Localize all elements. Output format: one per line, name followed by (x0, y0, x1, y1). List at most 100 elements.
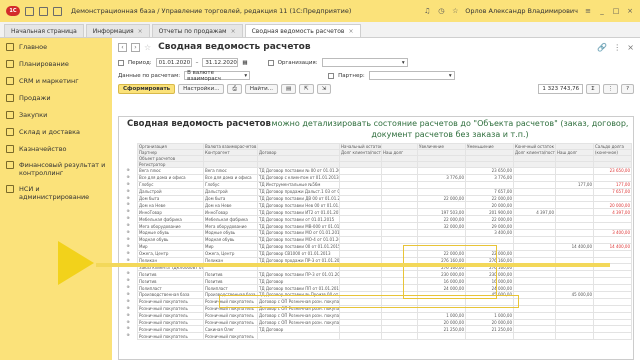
org-select[interactable]: ▾ (321, 58, 408, 67)
table-cell (555, 325, 594, 334)
settings-button[interactable]: Настройки... (178, 84, 225, 94)
calendar-icon[interactable]: ▦ (242, 60, 247, 66)
minimize-button[interactable]: _ (598, 7, 606, 15)
close-icon[interactable]: × (348, 28, 353, 35)
close-form-icon[interactable]: × (627, 43, 634, 52)
sidebar-item-treasury[interactable]: Казначейство (0, 140, 112, 157)
tab-home[interactable]: Начальная страница (4, 24, 84, 37)
save-icon[interactable]: ▤ (280, 84, 297, 94)
expand-toggle-icon[interactable]: ⊕ (121, 236, 135, 243)
sidebar-item-finance[interactable]: Финансовый результат и контроллинг (0, 157, 112, 181)
favorite-star-icon[interactable]: ☆ (144, 43, 151, 52)
history-clock-icon[interactable]: ◷ (437, 7, 445, 15)
more-icon[interactable]: ⋮ (613, 43, 621, 52)
expand-toggle-icon[interactable]: ⊕ (121, 284, 135, 291)
expand-toggle-icon[interactable]: ⊕ (121, 243, 135, 250)
close-icon[interactable]: × (231, 28, 236, 35)
table-row[interactable]: Все для дома и офиса Все для дома и офиса… (137, 173, 632, 182)
table-cell: Мега оборудование (137, 222, 204, 231)
maximize-button[interactable]: □ (612, 7, 620, 15)
table-row[interactable]: Полипласт Полипласт ТД Договор поставки ПП… (137, 284, 632, 293)
table-row[interactable]: Модная обувь Модная обувь ТД Договор поста… (137, 235, 632, 244)
table-row[interactable]: Розничный покупатель Розничный покупатель… (137, 318, 632, 327)
more-button[interactable]: ⋮ (602, 84, 619, 94)
expand-toggle-icon[interactable]: ⊕ (121, 208, 135, 215)
home-icon[interactable] (39, 6, 48, 16)
close-button[interactable]: × (626, 7, 634, 15)
expand-toggle-icon[interactable]: ⊕ (121, 181, 135, 188)
table-row[interactable]: Вега плюс Вега плюс ТД Договор поставки № … (137, 167, 632, 175)
table-row[interactable]: Глобус Глобус ТД Инструментальные №56м 177,… (137, 180, 632, 189)
close-icon[interactable]: × (138, 28, 143, 35)
expand-toggle-icon[interactable]: ⊕ (121, 298, 135, 305)
chevron-down-icon: ▾ (244, 72, 248, 79)
period-checkbox[interactable] (118, 59, 124, 66)
date-from-input[interactable]: 01.01.2020 (155, 58, 192, 67)
partner-select[interactable]: ▾ (368, 71, 455, 80)
data-select[interactable]: В валюте взаиморасч ▾ (184, 70, 251, 82)
bell-icon[interactable]: ♫ (423, 7, 431, 15)
menu-icon[interactable] (25, 6, 34, 16)
forward-icon[interactable]: › (131, 42, 140, 52)
expand-toggle-icon[interactable]: ⊕ (121, 222, 135, 229)
table-row[interactable]: Мир Мир ТД Договор поставки 00 от 01.01.20… (137, 242, 632, 251)
expand-toggle-icon[interactable]: ⊕ (121, 188, 135, 195)
table-row[interactable]: Дальстрой Дальстрой ТД Договор продажи Дал… (137, 187, 632, 196)
partner-checkbox[interactable] (328, 72, 335, 79)
tab-summary-report[interactable]: Сводная ведомость расчетов × (244, 24, 361, 37)
table-row[interactable]: Розничный покупатель Розничный покупатель (137, 332, 632, 341)
history-icon[interactable] (53, 6, 62, 16)
expand-toggle-icon[interactable]: ⊕ (121, 305, 135, 312)
expand-toggle-icon[interactable]: ⊕ (121, 250, 135, 257)
user-name[interactable]: Орлов Александр Владимирович (465, 7, 578, 15)
expand-toggle-icon[interactable]: ⊕ (121, 312, 135, 319)
sidebar-item-sales[interactable]: Продажи (0, 89, 112, 106)
tab-info[interactable]: Информация × (85, 24, 150, 37)
expand-toggle-icon[interactable]: ⊕ (121, 215, 135, 222)
sidebar-item-admin[interactable]: НСИ и администрирование (0, 181, 112, 205)
expand-icon[interactable]: ⇱ (299, 84, 314, 94)
find-button[interactable]: Найти... (244, 84, 278, 94)
report-area: Сводная ведомость расчетов можно детализ… (118, 116, 634, 360)
table-row[interactable]: Позитив Позитив ТД Договор 16 000,00 16 000,… (137, 277, 632, 286)
export-icon[interactable]: ⇲ (316, 84, 332, 94)
table-row[interactable]: Розничный покупатель Розничный покупатель… (137, 311, 632, 320)
sidebar-item-warehouse[interactable]: Склад и доставка (0, 123, 112, 140)
org-checkbox[interactable] (267, 59, 274, 66)
expand-toggle-icon[interactable]: ⊕ (121, 229, 135, 236)
table-row[interactable]: Ожега, Центр Ожега, Центр ТД Договор СВ100… (137, 249, 632, 258)
table-row[interactable]: Мега оборудование Мега оборудование ТД Дог… (137, 222, 632, 231)
table-row[interactable]: Дом быта Дом быта ТД Договор поставки ДВ 0… (137, 194, 632, 203)
expand-toggle-icon[interactable]: ⊕ (121, 167, 135, 174)
expand-toggle-icon[interactable]: ⊕ (121, 277, 135, 284)
table-row[interactable]: Позитив Позитив ТД Договор поставки ПР-3 о… (137, 270, 632, 279)
play-icon[interactable] (58, 241, 94, 285)
expand-toggle-icon[interactable]: ⊕ (121, 319, 135, 326)
back-icon[interactable]: ‹ (118, 42, 127, 52)
sidebar-item-planning[interactable]: Планирование (0, 55, 112, 72)
table-row[interactable]: Розничный покупатель Сакиная Олег ТД Догов… (137, 325, 632, 334)
table-row[interactable]: Мебельная фабрика Мебельная фабрика ТД Дог… (137, 215, 632, 224)
generate-button[interactable]: Сформировать (118, 84, 176, 94)
sidebar-item-main[interactable]: Главное (0, 38, 112, 55)
expand-toggle-icon[interactable]: ⊕ (121, 195, 135, 202)
expand-toggle-icon[interactable]: ⊕ (121, 270, 135, 277)
expand-toggle-icon[interactable]: ⊕ (121, 325, 135, 332)
expand-toggle-icon[interactable]: ⊕ (121, 201, 135, 208)
print-icon[interactable]: ⎙ (227, 84, 242, 94)
expand-toggle-icon[interactable]: ⊕ (121, 332, 135, 339)
expand-toggle-icon[interactable]: ⊕ (121, 291, 135, 298)
tab-sales-reports[interactable]: Отчеты по продажам × (151, 24, 243, 37)
table-row[interactable]: Дом на Неве Дом на Неве ТД Договор поставк… (137, 201, 632, 210)
help-icon[interactable]: ? (621, 84, 634, 94)
sum-options-icon[interactable]: Σ (586, 84, 600, 94)
table-row[interactable]: Модные обувь Модные обувь ТД Договор поста… (137, 229, 632, 237)
link-icon[interactable]: 🔗 (597, 43, 607, 52)
expand-toggle-icon[interactable]: ⊕ (121, 174, 135, 181)
star-icon[interactable]: ☆ (451, 7, 459, 15)
settings-icon[interactable]: ≡ (584, 7, 592, 15)
table-row[interactable]: ИнноТовар ИнноТовар ТД Договор поставки ИТ… (137, 208, 632, 217)
sidebar-item-purchases[interactable]: Закупки (0, 106, 112, 123)
date-to-input[interactable]: 31.12.2020 (202, 58, 239, 67)
sidebar-item-crm[interactable]: CRM и маркетинг (0, 72, 112, 89)
